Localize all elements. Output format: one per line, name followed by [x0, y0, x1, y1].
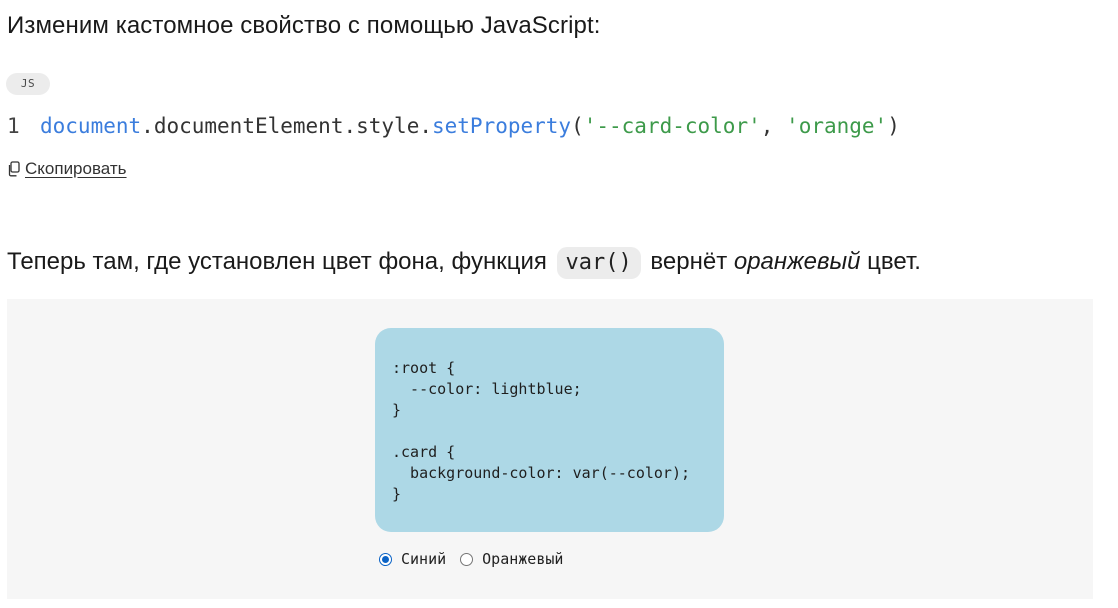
radio-label: Оранжевый	[482, 550, 564, 568]
code-token-paren: (	[571, 114, 584, 138]
radio-button-checked[interactable]	[379, 552, 392, 566]
radio-label: Синий	[401, 550, 447, 568]
copy-button-label: Скопировать	[25, 159, 127, 178]
inline-code-var: var()	[556, 247, 641, 279]
radio-option-orange[interactable]: Оранжевый	[460, 550, 563, 568]
paragraph-text: вернёт	[643, 248, 734, 275]
code-token-dot: .	[141, 114, 154, 138]
line-number: 1	[7, 114, 20, 138]
demo-container: :root { --color: lightblue; } .card { ba…	[7, 299, 1093, 599]
code-token-comma: ,	[760, 114, 787, 138]
code-token-dot: .	[343, 114, 357, 138]
copy-icon	[7, 161, 21, 177]
code-language-badge: JS	[6, 73, 50, 95]
code-token-paren: )	[887, 114, 900, 138]
demo-card: :root { --color: lightblue; } .card { ba…	[375, 328, 724, 532]
code-token-dot: .	[419, 114, 432, 138]
section-intro-text: Изменим кастомное свойство с помощью Jav…	[7, 12, 601, 39]
paragraph-text: Теперь там, где установлен цвет фона, фу…	[7, 248, 554, 275]
code-token-object: document	[40, 114, 142, 138]
code-token-property: documentElement	[153, 114, 344, 138]
code-token-string: '--card-color'	[583, 114, 761, 138]
code-token-method: setProperty	[432, 114, 572, 138]
explanation-paragraph: Теперь там, где установлен цвет фона, фу…	[7, 244, 921, 280]
copy-code-button[interactable]: Скопировать	[7, 158, 127, 180]
color-radio-group: Синий Оранжевый	[379, 550, 577, 568]
code-token-property: style	[356, 114, 420, 138]
paragraph-emphasis: оранжевый	[733, 248, 861, 275]
code-token-string: 'orange'	[786, 114, 888, 138]
paragraph-text: цвет.	[860, 248, 921, 275]
code-line: 1 document.documentElement.style.setPrope…	[7, 110, 900, 142]
radio-button-unchecked[interactable]	[460, 552, 474, 566]
radio-option-blue[interactable]: Синий	[379, 550, 446, 568]
